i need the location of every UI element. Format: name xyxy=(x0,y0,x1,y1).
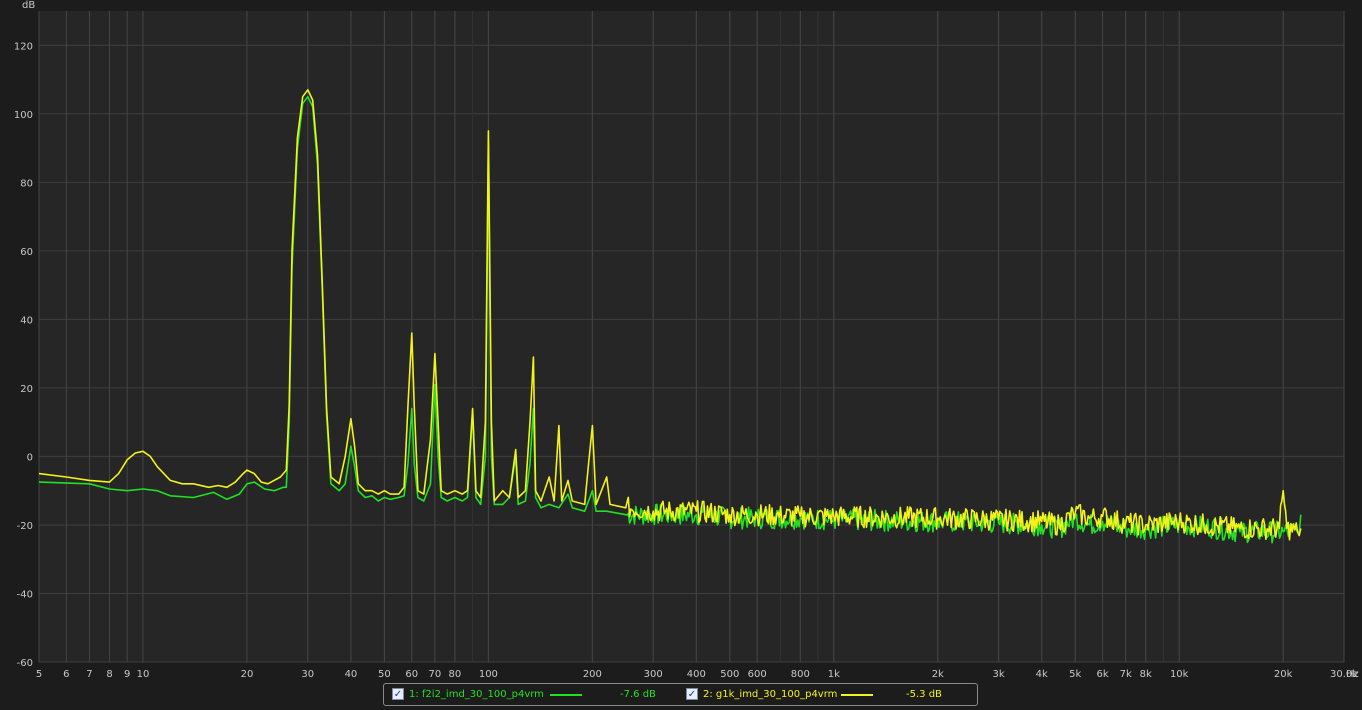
series-2-level: -5.3 dB xyxy=(906,689,942,700)
x-tick-label: 100 xyxy=(479,669,498,680)
y-tick-label: 120 xyxy=(14,41,33,52)
y-tick-label: 20 xyxy=(20,384,33,395)
series-1-name: 1: f2i2_imd_30_100_p4vrm xyxy=(409,689,544,700)
legend: ✓ 1: f2i2_imd_30_100_p4vrm -7.6 dB ✓ 2: … xyxy=(383,683,978,706)
series-2-swatch xyxy=(841,694,873,696)
x-tick-label: 500 xyxy=(720,669,739,680)
series-2-checkbox[interactable]: ✓ xyxy=(686,688,698,700)
x-tick-label: 6 xyxy=(63,669,69,680)
y-unit-label: dB xyxy=(22,0,35,11)
x-tick-label: 1k xyxy=(828,669,840,680)
x-tick-label: 80 xyxy=(449,669,462,680)
x-tick-label: 50 xyxy=(378,669,391,680)
y-tick-label: 40 xyxy=(20,315,33,326)
x-tick-label: 6k xyxy=(1096,669,1108,680)
y-tick-label: 100 xyxy=(14,110,33,121)
x-tick-label: 5 xyxy=(36,669,42,680)
series-1-level: -7.6 dB xyxy=(620,689,656,700)
x-tick-label: 30 xyxy=(301,669,314,680)
y-tick-label: 0 xyxy=(27,452,33,463)
x-tick-label: 300 xyxy=(644,669,663,680)
x-tick-label: 20k xyxy=(1274,669,1293,680)
x-tick-label: 2k xyxy=(932,669,944,680)
x-axis: 5 6 7 8 9 10 20 30 40 50 60 70 80 100 200 300 400 500 600 8… xyxy=(36,669,1358,680)
y-axis: 120 100 80 60 40 20 0 -20 -40 -60 xyxy=(14,41,33,669)
spectrum-chart: 120100806040200-20-40-60 5 6 7 8 9 10 20 30 40 50… xyxy=(14,0,1359,680)
x-tick-label: 8k xyxy=(1140,669,1152,680)
x-tick-label: 10k xyxy=(1170,669,1189,680)
series-2-name: 2: g1k_imd_30_100_p4vrm xyxy=(703,689,838,700)
x-tick-label: 7 xyxy=(86,669,92,680)
y-tick-label: -20 xyxy=(17,521,33,532)
x-tick-label: 20 xyxy=(241,669,254,680)
y-tick-label: -60 xyxy=(17,658,33,669)
x-tick-label: 60 xyxy=(405,669,418,680)
x-tick-label: 800 xyxy=(791,669,810,680)
y-tick-label: 60 xyxy=(20,247,33,258)
x-tick-label: 7k xyxy=(1120,669,1132,680)
series-1-swatch xyxy=(550,694,582,696)
y-tick-label: -40 xyxy=(17,589,33,600)
x-tick-label: 5k xyxy=(1069,669,1081,680)
x-tick-label: 10 xyxy=(137,669,150,680)
x-tick-label: 4k xyxy=(1036,669,1048,680)
x-tick-label: 40 xyxy=(345,669,358,680)
x-unit-label: Hz xyxy=(1346,669,1359,680)
x-tick-label: 400 xyxy=(687,669,706,680)
x-tick-label: 70 xyxy=(429,669,442,680)
plot-area xyxy=(39,11,1344,662)
x-tick-label: 3k xyxy=(993,669,1005,680)
x-tick-label: 200 xyxy=(583,669,602,680)
x-tick-label: 600 xyxy=(748,669,767,680)
y-tick-label: 80 xyxy=(20,178,33,189)
x-tick-label: 8 xyxy=(106,669,112,680)
x-tick-label: 9 xyxy=(124,669,130,680)
series-1-checkbox[interactable]: ✓ xyxy=(392,688,404,700)
